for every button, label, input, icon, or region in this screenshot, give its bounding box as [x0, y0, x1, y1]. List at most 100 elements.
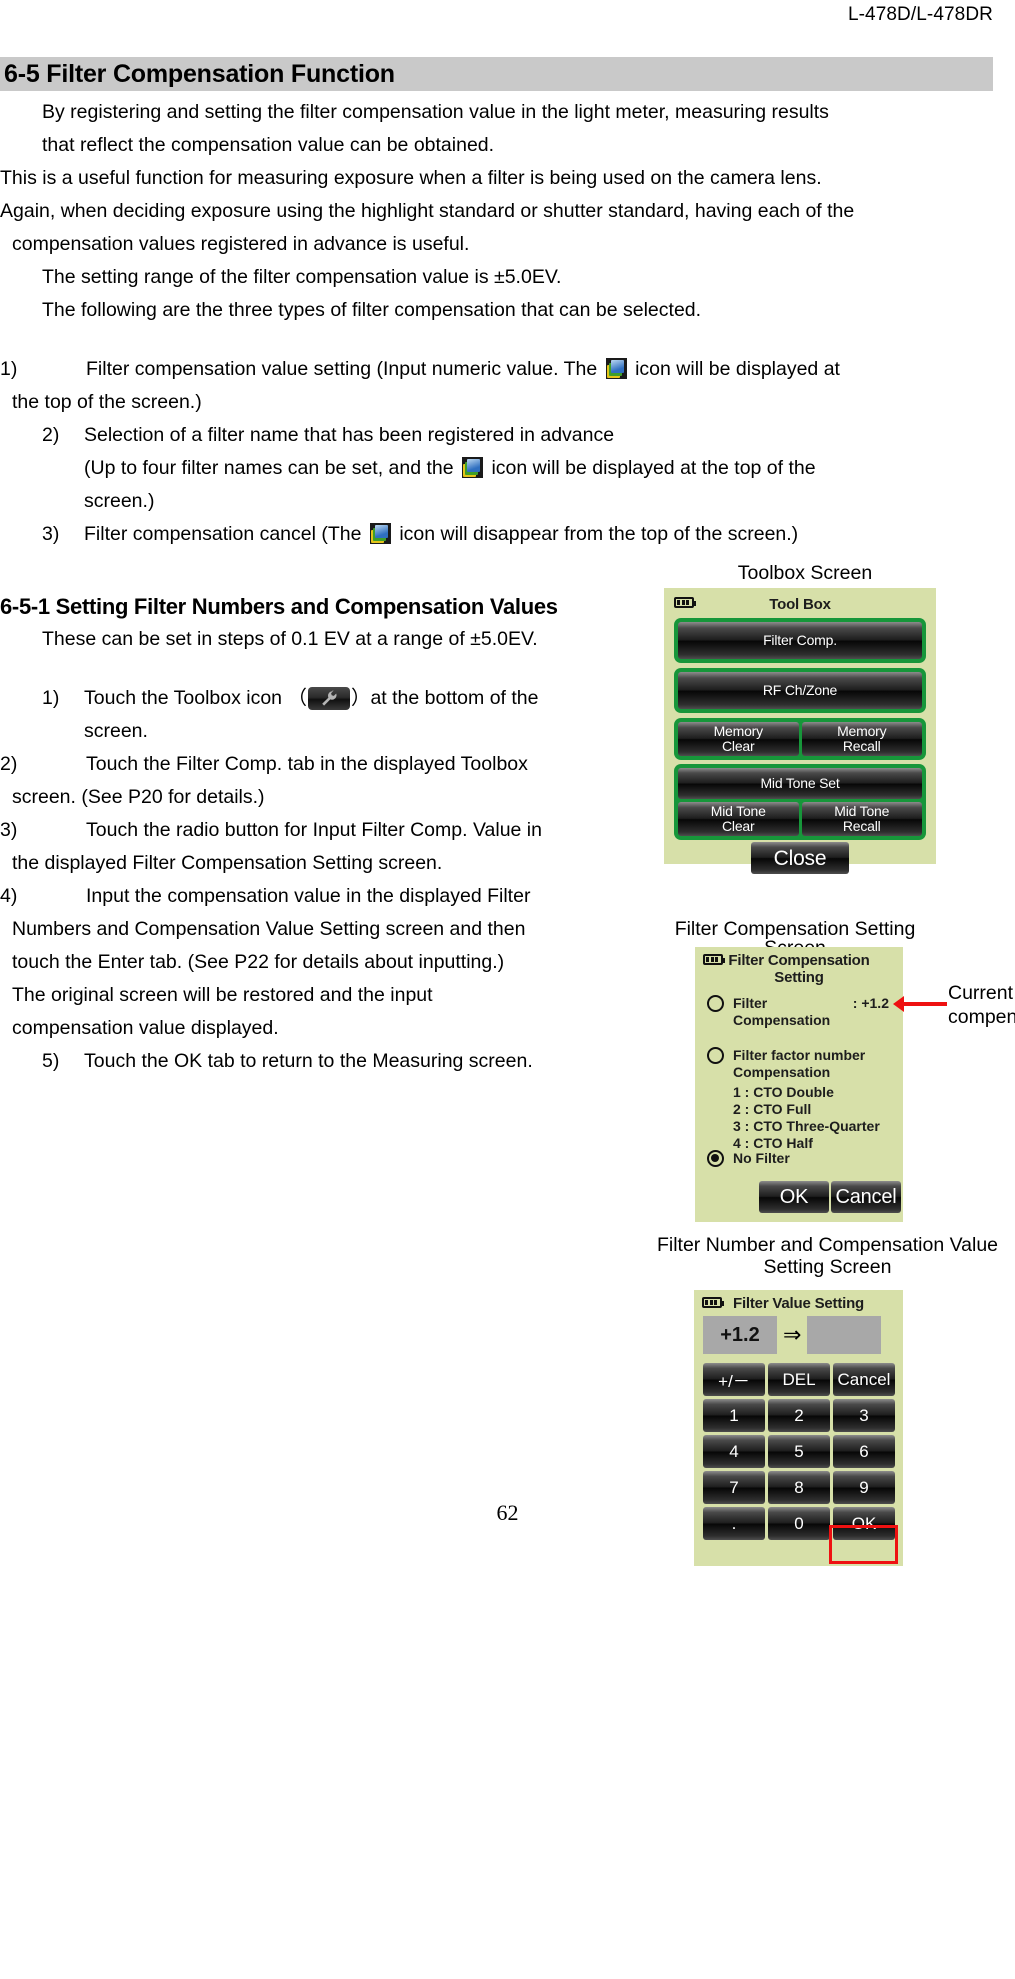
annotation-text-line2: compensatio [948, 1006, 1015, 1028]
step-4-continuation-4: compensation value displayed. [12, 1017, 279, 1039]
filter-compensation-option-label-line2: Compensation [733, 1012, 831, 1028]
subsection-title: 6-5-1 Setting Filter Numbers and Compens… [0, 594, 558, 619]
filter-type-3-number: 3) [42, 523, 60, 545]
mid-tone-recall-button[interactable]: Mid Tone Recall [801, 802, 922, 836]
step-4-number: 4) [0, 885, 18, 907]
step-item-3: 3) Touch the radio button for Input Filt… [0, 814, 660, 847]
page-header-model: L-478D/L-478DR [847, 4, 993, 25]
filter-type-2-sub-line-1: (Up to four filter names can be set, and… [0, 452, 985, 485]
key-plus-minus[interactable]: +/－ [703, 1363, 765, 1396]
filter-type-3-text: Filter compensation cancel (The icon wil… [84, 518, 985, 551]
step-4-text: Input the compensation value in the disp… [86, 885, 531, 907]
step-1-text-a: Touch the Toolbox icon （ [84, 687, 307, 709]
current-value-box: +1.2 [703, 1316, 777, 1354]
filter-comp-button[interactable]: Filter Comp. [678, 622, 922, 659]
step-3-continuation: the displayed Filter Compensation Settin… [12, 852, 443, 874]
step-item-4: 4) Input the compensation value in the d… [0, 880, 660, 913]
step-3-text: Touch the radio button for Input Filter … [86, 819, 542, 841]
filter-compensation-screen: Filter Compensation Setting Filter Compe… [695, 947, 903, 1222]
filter-type-1-text: Filter compensation value setting (Input… [86, 353, 985, 386]
cancel-button[interactable]: Cancel [831, 1181, 901, 1213]
filter-type-2-sub-line-2: screen.) [84, 490, 155, 512]
ok-button[interactable]: OK [759, 1181, 829, 1213]
mid-tone-clear-button[interactable]: Mid Tone Clear [678, 802, 799, 836]
key-3[interactable]: 3 [833, 1399, 895, 1432]
rf-ch-zone-button[interactable]: RF Ch/Zone [678, 672, 922, 709]
filter-factor-number-option[interactable]: Filter factor number Compensation 1 : CT… [707, 1047, 889, 1152]
intro-line-3: This is a useful function for measuring … [0, 167, 822, 189]
step-4-continuation-3: The original screen will be restored and… [12, 984, 433, 1006]
filter-factor-number-labels: Filter factor number Compensation 1 : CT… [733, 1047, 880, 1152]
key-1[interactable]: 1 [703, 1399, 765, 1432]
no-filter-option[interactable]: No Filter [707, 1150, 889, 1167]
step-4-continuation-2: touch the Enter tab. (See P22 for detail… [12, 951, 505, 973]
value-transition-row: +1.2 ⇒ [703, 1316, 895, 1354]
filter-compensation-option-label: Filter Compensation [733, 995, 830, 1029]
filter-type-3-text-a: Filter compensation cancel (The [84, 523, 362, 545]
filter-type-2-sub-b: icon will be displayed at the top of the [491, 457, 816, 479]
annotation-text-line1: Current filter [948, 982, 1015, 1004]
intro-line-5: compensation values registered in advanc… [12, 233, 470, 255]
filter-stack-icon [462, 457, 484, 478]
step-1-text-b: ）at the bottom of the [350, 687, 539, 709]
intro-line-1: By registering and setting the filter co… [42, 101, 829, 123]
memory-clear-button[interactable]: Memory Clear [678, 722, 799, 756]
filter-type-1-text-b: icon will be displayed at [635, 358, 840, 380]
section-heading-title: 6-5 Filter Compensation Function [4, 59, 395, 88]
toolbox-screen: Tool Box Filter Comp. RF Ch/Zone Memory … [664, 588, 936, 874]
page-number: 62 [496, 1500, 519, 1525]
key-cancel[interactable]: Cancel [833, 1363, 895, 1396]
filter-stack-icon [605, 358, 627, 379]
filter-comp-button-group: Filter Comp. [674, 618, 926, 663]
mid-tone-set-button[interactable]: Mid Tone Set [678, 768, 922, 799]
annotation-arrow [893, 996, 947, 1012]
key-4[interactable]: 4 [703, 1435, 765, 1468]
wrench-icon [307, 687, 350, 710]
step-2-text: Touch the Filter Comp. tab in the displa… [86, 753, 528, 775]
step-4-continuation-1: Numbers and Compensation Value Setting s… [12, 918, 526, 940]
key-5[interactable]: 5 [768, 1435, 830, 1468]
subsection-block: 6-5-1 Setting Filter Numbers and Compens… [0, 590, 660, 1078]
filter-compensation-screen-title-line2: Setting [774, 969, 824, 986]
step-item-5: 5) Touch the OK tab to return to the Mea… [0, 1045, 660, 1078]
memory-button-group: Memory Clear Memory Recall [674, 718, 926, 760]
filter-type-1-continuation: the top of the screen.) [12, 391, 202, 413]
filter-stack-icon [369, 523, 391, 544]
intro-line-7: The following are the three types of fil… [42, 299, 702, 321]
filter-compensation-option[interactable]: Filter Compensation : +1.2 [707, 995, 889, 1029]
radio-filter-factor-number[interactable] [707, 1047, 724, 1064]
key-del[interactable]: DEL [768, 1363, 830, 1396]
close-button[interactable]: Close [751, 842, 849, 874]
filter-value-screen-title: Filter Value Setting [732, 1295, 865, 1312]
memory-recall-button[interactable]: Memory Recall [801, 722, 922, 756]
toolbox-screen-title: Tool Box [769, 596, 831, 613]
annotation-text: Current filter compensatio [948, 981, 1015, 1029]
filter-type-1-number: 1) [0, 358, 18, 380]
filter-type-2-number: 2) [42, 424, 60, 446]
filter-type-3-text-b: icon will disappear from the top of the … [399, 523, 799, 545]
filter-type-2-sub-text: (Up to four filter names can be set, and… [84, 452, 985, 485]
subsection-note: These can be set in steps of 0.1 EV at a… [42, 628, 538, 650]
radio-no-filter[interactable] [707, 1150, 724, 1167]
filter-compensation-option-label-line1: Filter [733, 995, 768, 1011]
no-filter-label: No Filter [733, 1150, 790, 1166]
filter-compensation-action-row: OK Cancel [759, 1181, 901, 1213]
cto-item: 1 : CTO Double [733, 1084, 834, 1100]
key-2[interactable]: 2 [768, 1399, 830, 1432]
intro-line-6: The setting range of the filter compensa… [42, 266, 562, 288]
step-5-text: Touch the OK tab to return to the Measur… [84, 1050, 533, 1072]
step-item-1: 1) Touch the Toolbox icon （ ）at the botto… [0, 682, 660, 715]
battery-icon [703, 954, 725, 965]
radio-filter-compensation[interactable] [707, 995, 724, 1012]
filter-type-2-text: Selection of a filter name that has been… [84, 424, 615, 446]
battery-icon [702, 1297, 724, 1308]
battery-icon [674, 597, 696, 608]
step-1-number: 1) [42, 687, 60, 709]
step-5-number: 5) [42, 1050, 60, 1072]
key-6[interactable]: 6 [833, 1435, 895, 1468]
filter-compensation-option-labels: Filter Compensation : +1.2 [733, 995, 889, 1029]
rf-ch-zone-button-group: RF Ch/Zone [674, 668, 926, 713]
step-1-text: Touch the Toolbox icon （ ）at the bottom o… [84, 682, 660, 715]
